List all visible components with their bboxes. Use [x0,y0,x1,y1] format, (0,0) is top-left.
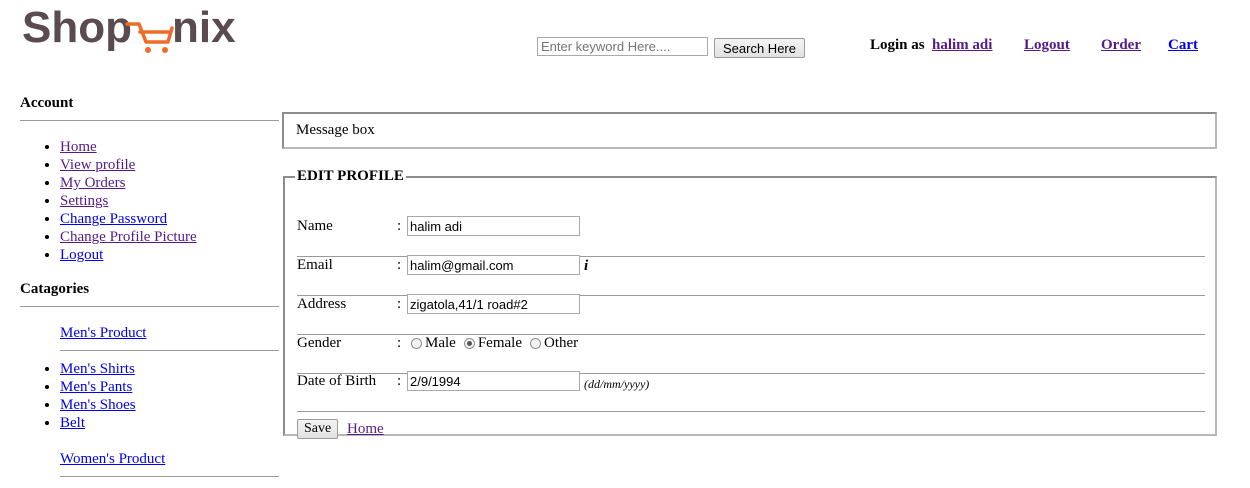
gender-radio-male[interactable] [411,338,422,349]
account-item-change-picture: Change Profile Picture [60,228,197,246]
my-orders-link[interactable]: My Orders [60,175,125,191]
mens-product-link[interactable]: Men's Product [60,325,146,342]
mens-item-shirts: Men's Shirts [60,360,136,378]
change-password-link[interactable]: Change Password [60,211,167,227]
search-box [537,37,708,56]
gender-radio-other[interactable] [529,338,541,349]
shopnix-logo[interactable]: Shop nix [22,2,262,62]
address-input[interactable] [407,294,580,314]
name-row: Name : [297,216,1205,257]
mens-item-belt: Belt [60,414,136,432]
dob-colon: : [397,373,402,389]
mens-item-shoes: Men's Shoes [60,396,136,414]
login-label: Login as [870,37,925,53]
account-item-change-password: Change Password [60,210,197,228]
address-colon: : [397,296,402,312]
edit-profile-legend: EDIT PROFILE [297,168,404,184]
categories-divider [20,306,279,307]
gender-male-label[interactable]: Male [425,335,456,352]
search-input[interactable] [537,37,708,56]
cart-link[interactable]: Cart [1168,37,1198,54]
mens-shirts-link[interactable]: Men's Shirts [60,361,135,377]
search-button[interactable]: Search Here [714,38,805,58]
mens-item-pants: Men's Pants [60,378,136,396]
gender-label: Gender [297,335,342,351]
dob-label: Date of Birth [297,373,377,389]
home-link[interactable]: Home [60,139,97,155]
settings-link[interactable]: Settings [60,193,108,209]
form-home-link[interactable]: Home [347,421,384,438]
save-button[interactable]: Save [297,419,339,439]
info-icon: i [584,258,589,274]
email-label: Email [297,257,333,273]
message-box: Message box [282,112,1217,149]
mens-divider [60,350,279,351]
view-profile-link[interactable]: View profile [60,157,135,173]
dob-format-hint: (dd/mm/yyyy) [584,377,650,391]
gender-other-label[interactable]: Other [544,335,578,352]
name-colon: : [397,218,402,234]
account-heading: Account [20,95,74,111]
mens-shoes-link[interactable]: Men's Shoes [60,397,136,413]
dob-divider [297,411,1205,412]
gender-colon: : [397,335,402,351]
svg-text:nix: nix [172,3,236,52]
account-menu: Home View profile My Orders Settings Cha… [20,138,197,264]
address-label: Address [297,296,347,312]
message-box-text: Message box [296,122,375,138]
account-divider [20,120,279,121]
gender-row: Gender : Male Female Other [297,335,1205,374]
logout-link[interactable]: Logout [1024,37,1070,54]
order-link[interactable]: Order [1101,37,1141,54]
dob-row: Date of Birth : (dd/mm/yyyy) [297,371,1205,412]
account-item-settings: Settings [60,192,197,210]
account-item-my-orders: My Orders [60,174,197,192]
account-item-logout: Logout [60,246,197,264]
email-input[interactable] [407,255,580,275]
name-input[interactable] [407,216,580,236]
account-item-home: Home [60,138,197,156]
account-item-view-profile: View profile [60,156,197,174]
mens-menu: Men's Shirts Men's Pants Men's Shoes Bel… [20,360,136,432]
belt-link[interactable]: Belt [60,415,85,431]
categories-heading: Catagories [20,281,90,297]
name-label: Name [297,218,333,234]
svg-text:Shop: Shop [22,3,132,52]
gender-radio-female[interactable] [463,338,475,349]
mens-pants-link[interactable]: Men's Pants [60,379,132,395]
sidebar-logout-link[interactable]: Logout [60,247,103,263]
email-colon: : [397,257,402,273]
edit-profile-form: EDIT PROFILE Name : Email : i Address : … [283,168,1217,439]
gender-radio-group: Male Female Other [411,335,586,352]
email-row: Email : i [297,255,1205,296]
dob-input[interactable] [407,371,580,391]
shopping-cart-icon [125,22,174,44]
womens-divider [60,476,279,477]
gender-female-label[interactable]: Female [478,335,522,352]
change-profile-picture-link[interactable]: Change Profile Picture [60,229,197,245]
womens-product-link[interactable]: Women's Product [60,451,165,468]
username-link[interactable]: halim adi [932,37,992,54]
address-row: Address : [297,294,1205,335]
